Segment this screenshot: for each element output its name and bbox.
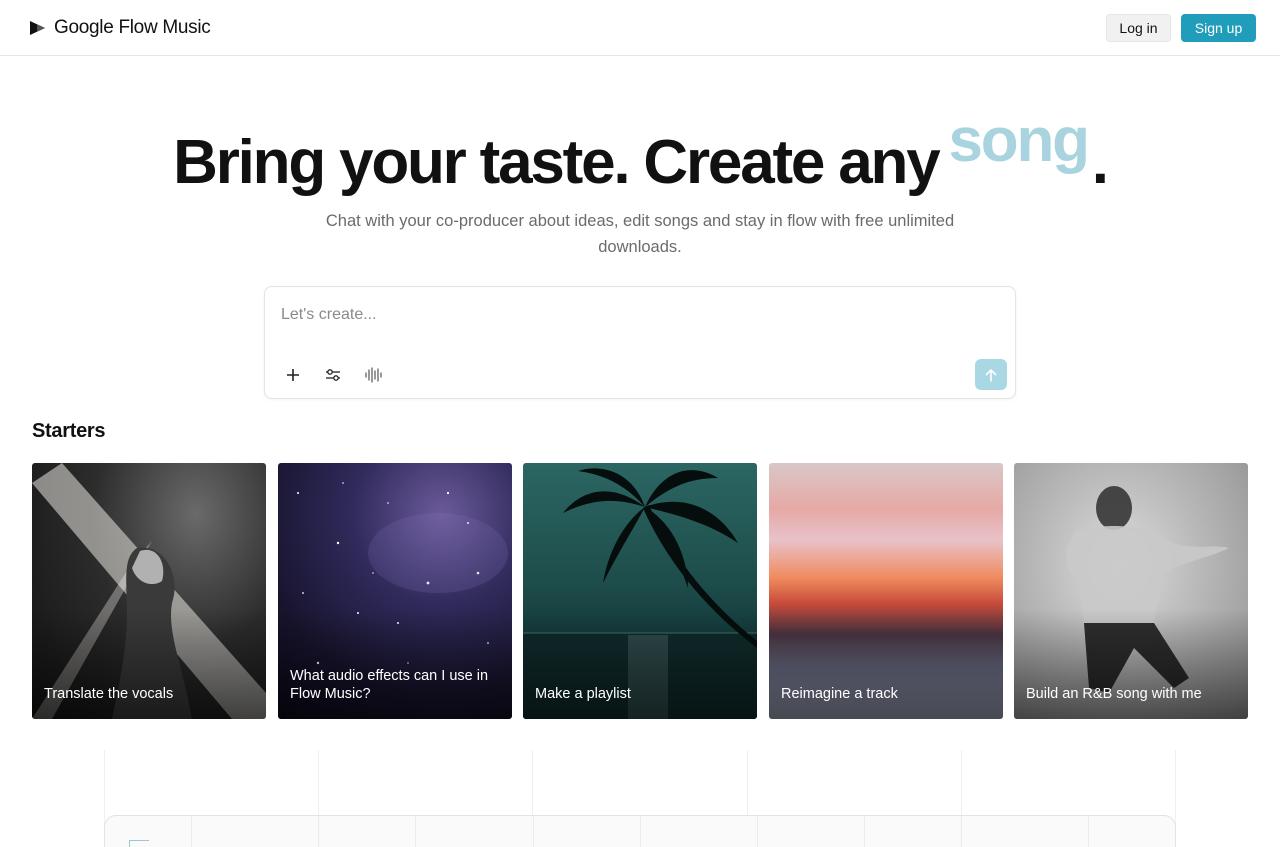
starter-card-label: Make a playlist	[535, 686, 631, 702]
brand-logo[interactable]: Google Flow Music	[28, 16, 211, 40]
starter-card-label: Reimagine a track	[781, 686, 898, 702]
hero-subtitle: Chat with your co-producer about ideas, …	[325, 212, 955, 256]
hero-title-main: Bring your taste. Create any	[173, 128, 941, 197]
prompt-box	[264, 286, 1016, 399]
starter-card[interactable]: What audio effects can I use in Flow Mus…	[278, 463, 512, 719]
starter-card-label: Translate the vocals	[44, 686, 174, 702]
panel-corner-mark	[129, 840, 149, 847]
arrow-up-icon	[985, 368, 997, 382]
add-attachment-button[interactable]	[281, 363, 305, 387]
settings-sliders-button[interactable]	[321, 363, 345, 387]
starter-card-label: Build an R&B song with me	[1026, 686, 1202, 702]
send-button[interactable]	[975, 359, 1007, 390]
plus-icon	[287, 369, 299, 381]
sliders-icon	[326, 369, 340, 381]
login-button[interactable]: Log in	[1106, 14, 1171, 42]
preview-panel	[104, 815, 1176, 847]
voice-input-button[interactable]	[361, 363, 385, 387]
prompt-input[interactable]	[281, 303, 981, 327]
hero-title-period: .	[1091, 128, 1109, 197]
starter-card[interactable]: Build an R&B song with me	[1014, 463, 1248, 719]
starter-card-label: What audio effects can I use in Flow Mus…	[290, 668, 489, 702]
signup-button[interactable]: Sign up	[1181, 14, 1256, 42]
starter-card[interactable]: Translate the vocals	[32, 463, 266, 719]
top-navigation-bar: Google Flow Music Log in Sign up	[0, 0, 1280, 56]
starters-heading: Starters	[32, 420, 106, 442]
starter-card[interactable]: Make a playlist	[523, 463, 757, 719]
waveform-icon	[365, 367, 382, 383]
play-logo-icon	[30, 21, 45, 35]
hero-title: Bring your taste. Create any song.	[0, 106, 1280, 208]
starter-card[interactable]: Reimagine a track	[769, 463, 1003, 719]
hero-title-accent: song	[948, 106, 1090, 175]
brand-name: Google Flow Music	[54, 17, 211, 38]
